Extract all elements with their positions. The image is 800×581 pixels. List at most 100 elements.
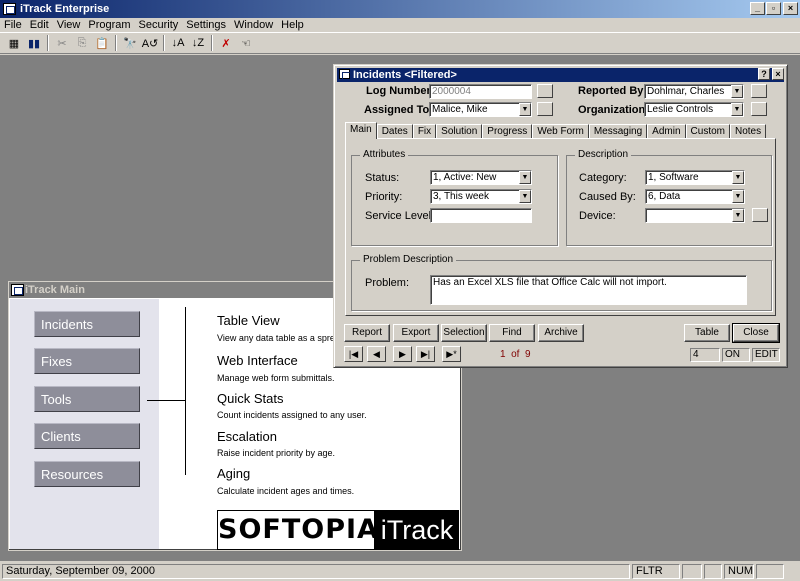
tab-fix[interactable]: Fix bbox=[412, 124, 437, 139]
aging-link[interactable]: Aging bbox=[217, 466, 250, 481]
quick-stats-link[interactable]: Quick Stats bbox=[217, 391, 283, 406]
status-select[interactable]: 1, Active: New ▼ bbox=[430, 170, 532, 185]
chevron-down-icon[interactable]: ▼ bbox=[732, 190, 744, 203]
web-interface-link[interactable]: Web Interface bbox=[217, 353, 298, 368]
replace-icon[interactable]: A↺ bbox=[140, 34, 160, 52]
device-label: Device: bbox=[579, 210, 616, 222]
tab-solution[interactable]: Solution bbox=[436, 124, 483, 139]
copy-icon[interactable]: ⎘ bbox=[72, 34, 92, 52]
tab-dates[interactable]: Dates bbox=[376, 124, 413, 139]
service-level-field[interactable] bbox=[430, 208, 532, 223]
incidents-title: Incidents <Filtered> bbox=[353, 69, 457, 81]
menu-edit[interactable]: Edit bbox=[26, 18, 53, 32]
find-icon[interactable]: 🔭 bbox=[120, 34, 140, 52]
chevron-down-icon[interactable]: ▼ bbox=[519, 171, 531, 184]
last-record-icon[interactable]: ▶| bbox=[416, 346, 435, 362]
priority-select[interactable]: 3, This week ▼ bbox=[430, 189, 532, 204]
tab-messaging[interactable]: Messaging bbox=[588, 124, 648, 139]
cut-icon[interactable]: ✂ bbox=[52, 34, 72, 52]
first-record-icon[interactable]: |◀ bbox=[344, 346, 363, 362]
attributes-group: Attributes Status: 1, Active: New ▼ Prior… bbox=[351, 149, 558, 246]
restore-button[interactable]: ▫ bbox=[766, 2, 781, 15]
menu-view[interactable]: View bbox=[53, 18, 85, 32]
logo-softopia: SOFTOPIA bbox=[217, 510, 378, 550]
sort-ascending-icon[interactable]: ↓A bbox=[168, 34, 188, 52]
remove-filter-icon[interactable]: ✗ bbox=[216, 34, 236, 52]
reported-by-lookup-button[interactable] bbox=[751, 84, 767, 98]
escalation-link[interactable]: Escalation bbox=[217, 429, 277, 444]
toolbar-separator bbox=[47, 35, 49, 51]
log-number-field[interactable]: 2000004 bbox=[429, 84, 532, 99]
incidents-titlebar[interactable]: Incidents <Filtered> ? × bbox=[337, 68, 784, 82]
tab-admin[interactable]: Admin bbox=[647, 124, 686, 139]
chevron-down-icon[interactable]: ▼ bbox=[519, 103, 531, 116]
quick-stats-desc: Count incidents assigned to any user. bbox=[217, 410, 367, 420]
tab-web-form[interactable]: Web Form bbox=[532, 124, 589, 139]
menu-security[interactable]: Security bbox=[135, 18, 183, 32]
archive-button[interactable]: Archive bbox=[538, 324, 584, 342]
caused-by-select[interactable]: 6, Data ▼ bbox=[645, 189, 745, 204]
category-select[interactable]: 1, Software ▼ bbox=[645, 170, 745, 185]
chevron-down-icon[interactable]: ▼ bbox=[731, 85, 743, 98]
organization-select[interactable]: Leslie Controls ▼ bbox=[644, 102, 744, 117]
organization-value: Leslie Controls bbox=[647, 104, 714, 115]
tab-custom[interactable]: Custom bbox=[685, 124, 730, 139]
on-indicator: ON bbox=[722, 348, 750, 362]
selection-button[interactable]: Selection bbox=[441, 324, 487, 342]
paste-icon[interactable]: 📋 bbox=[92, 34, 112, 52]
chevron-down-icon[interactable]: ▼ bbox=[732, 171, 744, 184]
status-num: NUM bbox=[724, 564, 754, 579]
menubar: File Edit View Program Security Settings… bbox=[0, 18, 800, 32]
chart-icon[interactable]: ▮▮ bbox=[24, 34, 44, 52]
minimize-button[interactable]: _ bbox=[750, 2, 765, 15]
new-record-icon[interactable]: ▶* bbox=[442, 346, 461, 362]
menu-settings[interactable]: Settings bbox=[182, 18, 230, 32]
close-app-button[interactable]: × bbox=[783, 2, 798, 15]
description-group: Description Category: 1, Software ▼ Cause… bbox=[566, 149, 772, 246]
assigned-to-lookup-button[interactable] bbox=[537, 102, 553, 116]
status-panel bbox=[756, 564, 784, 579]
table-button[interactable]: Table bbox=[684, 324, 730, 342]
reported-by-select[interactable]: Dohlmar, Charles ▼ bbox=[644, 84, 744, 99]
app-titlebar: iTrack Enterprise _ ▫ × bbox=[0, 0, 800, 18]
tab-notes[interactable]: Notes bbox=[729, 124, 767, 139]
log-number-lookup-button[interactable] bbox=[537, 84, 553, 98]
table-icon[interactable]: ▦ bbox=[4, 34, 24, 52]
device-lookup-button[interactable] bbox=[752, 208, 768, 222]
problem-description-label: Problem Description bbox=[360, 254, 457, 265]
nav-fixes-button[interactable]: Fixes bbox=[34, 348, 140, 374]
chevron-down-icon[interactable]: ▼ bbox=[519, 190, 531, 203]
table-view-link[interactable]: Table View bbox=[217, 313, 280, 328]
previous-record-icon[interactable]: ◀ bbox=[367, 346, 386, 362]
priority-label: Priority: bbox=[365, 191, 403, 203]
assigned-to-label: Assigned To: bbox=[364, 104, 433, 116]
menu-help[interactable]: Help bbox=[277, 18, 308, 32]
problem-textarea[interactable]: Has an Excel XLS file that Office Calc w… bbox=[430, 275, 747, 305]
close-icon[interactable]: × bbox=[772, 68, 784, 80]
find-button[interactable]: Find bbox=[489, 324, 535, 342]
help-icon[interactable]: ? bbox=[758, 68, 770, 80]
export-button[interactable]: Export bbox=[393, 324, 439, 342]
nav-resources-button[interactable]: Resources bbox=[34, 461, 140, 487]
chevron-down-icon[interactable]: ▼ bbox=[732, 209, 744, 222]
main-sidebar: Incidents Fixes Tools Clients Resources bbox=[10, 299, 159, 549]
chevron-down-icon[interactable]: ▼ bbox=[731, 103, 743, 116]
menu-program[interactable]: Program bbox=[84, 18, 134, 32]
nav-clients-button[interactable]: Clients bbox=[34, 423, 140, 449]
next-record-icon[interactable]: ▶ bbox=[393, 346, 412, 362]
window-icon bbox=[11, 284, 24, 296]
assigned-to-select[interactable]: Malice, Mike ▼ bbox=[429, 102, 532, 117]
status-date: Saturday, September 09, 2000 bbox=[2, 564, 630, 579]
tab-main[interactable]: Main bbox=[345, 122, 377, 139]
organization-lookup-button[interactable] bbox=[751, 102, 767, 116]
report-button[interactable]: Report bbox=[344, 324, 390, 342]
menu-file[interactable]: File bbox=[0, 18, 26, 32]
close-button[interactable]: Close bbox=[732, 323, 780, 343]
nav-incidents-button[interactable]: Incidents bbox=[34, 311, 140, 337]
hand-icon[interactable]: ☜ bbox=[236, 34, 256, 52]
menu-window[interactable]: Window bbox=[230, 18, 277, 32]
device-select[interactable]: ▼ bbox=[645, 208, 745, 223]
tab-progress[interactable]: Progress bbox=[482, 124, 533, 139]
sort-descending-icon[interactable]: ↓Z bbox=[188, 34, 208, 52]
nav-tools-button[interactable]: Tools bbox=[34, 386, 140, 412]
